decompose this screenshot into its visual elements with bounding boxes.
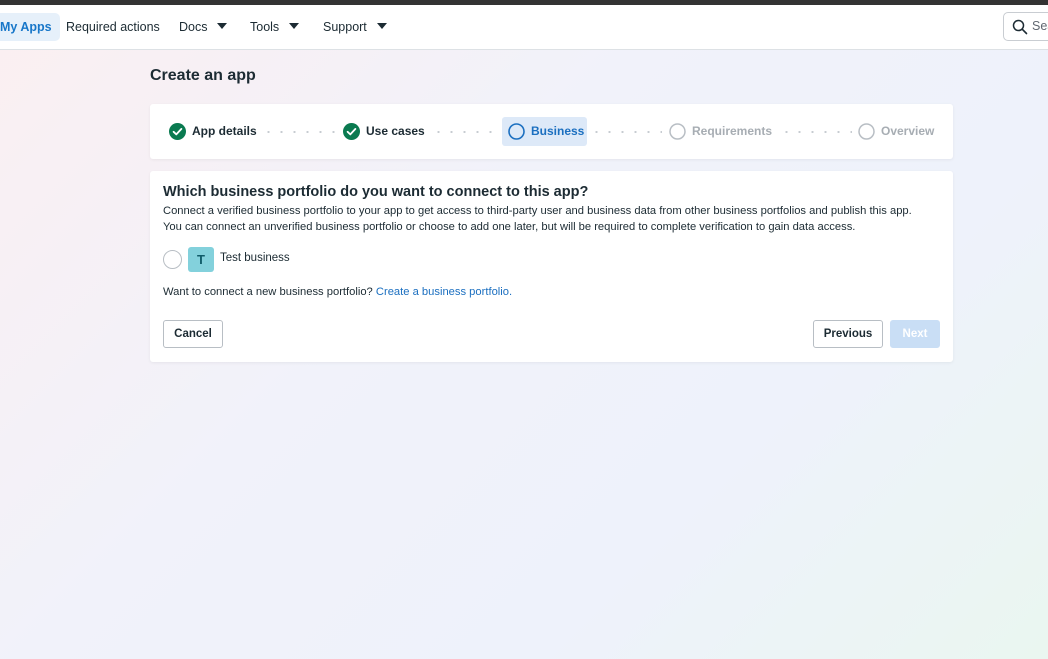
section-title: Which business portfolio do you want to … (163, 184, 589, 200)
step-label: Use cases (366, 124, 425, 138)
nav-tools-label: Tools (250, 20, 280, 34)
step-requirements[interactable]: Requirements (663, 117, 778, 146)
nav-docs-label: Docs (179, 20, 208, 34)
search-placeholder: Sea (1032, 19, 1048, 33)
step-app-details[interactable]: App details (163, 117, 263, 146)
nav-required-actions-label: Required actions (66, 20, 160, 34)
step-label: Business (531, 124, 585, 138)
business-avatar: T (188, 247, 214, 272)
description-line: Connect a verified business portfolio to… (163, 205, 912, 217)
stepper: App details Use cases Business Requireme… (150, 104, 953, 159)
next-button[interactable]: Next (890, 320, 940, 348)
empty-circle-icon (858, 123, 875, 140)
nav-support-label: Support (323, 20, 367, 34)
nav-my-apps-label: My Apps (0, 20, 52, 34)
previous-button[interactable]: Previous (813, 320, 883, 348)
step-use-cases[interactable]: Use cases (337, 117, 427, 146)
caret-down-icon (376, 22, 387, 29)
page-title: Create an app (150, 67, 256, 84)
cancel-button[interactable]: Cancel (163, 320, 223, 348)
step-connector (432, 131, 500, 133)
section-description: Connect a verified business portfolio to… (163, 203, 948, 235)
search-input[interactable]: Sea (1003, 12, 1048, 41)
caret-down-icon (217, 22, 228, 29)
search-icon (1012, 19, 1028, 35)
nav-tools[interactable]: Tools (250, 13, 300, 41)
empty-circle-icon (669, 123, 686, 140)
top-navbar: My Apps Required actions Docs Tools Supp… (0, 5, 1048, 50)
step-connector (780, 131, 852, 133)
step-label: Overview (881, 124, 935, 138)
step-overview[interactable]: Overview (852, 117, 947, 146)
business-portfolio-card: Which business portfolio do you want to … (150, 171, 953, 362)
step-label: App details (192, 124, 257, 138)
description-line: You can connect an unverified business p… (163, 221, 856, 233)
connect-portfolio-line: Want to connect a new business portfolio… (163, 286, 512, 298)
nav-required-actions[interactable]: Required actions (66, 13, 160, 41)
check-circle-icon (343, 123, 360, 140)
current-step-circle-icon (508, 123, 525, 140)
step-connector (590, 131, 662, 133)
business-radio[interactable] (163, 250, 182, 269)
step-label: Requirements (692, 124, 773, 138)
step-business[interactable]: Business (502, 117, 587, 146)
business-name[interactable]: Test business (220, 252, 290, 264)
nav-my-apps[interactable]: My Apps (0, 13, 60, 41)
nav-docs[interactable]: Docs (179, 13, 228, 41)
create-portfolio-link[interactable]: Create a business portfolio. (376, 286, 512, 298)
connect-prompt: Want to connect a new business portfolio… (163, 286, 373, 298)
nav-support[interactable]: Support (323, 13, 387, 41)
check-circle-icon (169, 123, 186, 140)
step-connector (262, 131, 337, 133)
caret-down-icon (289, 22, 300, 29)
